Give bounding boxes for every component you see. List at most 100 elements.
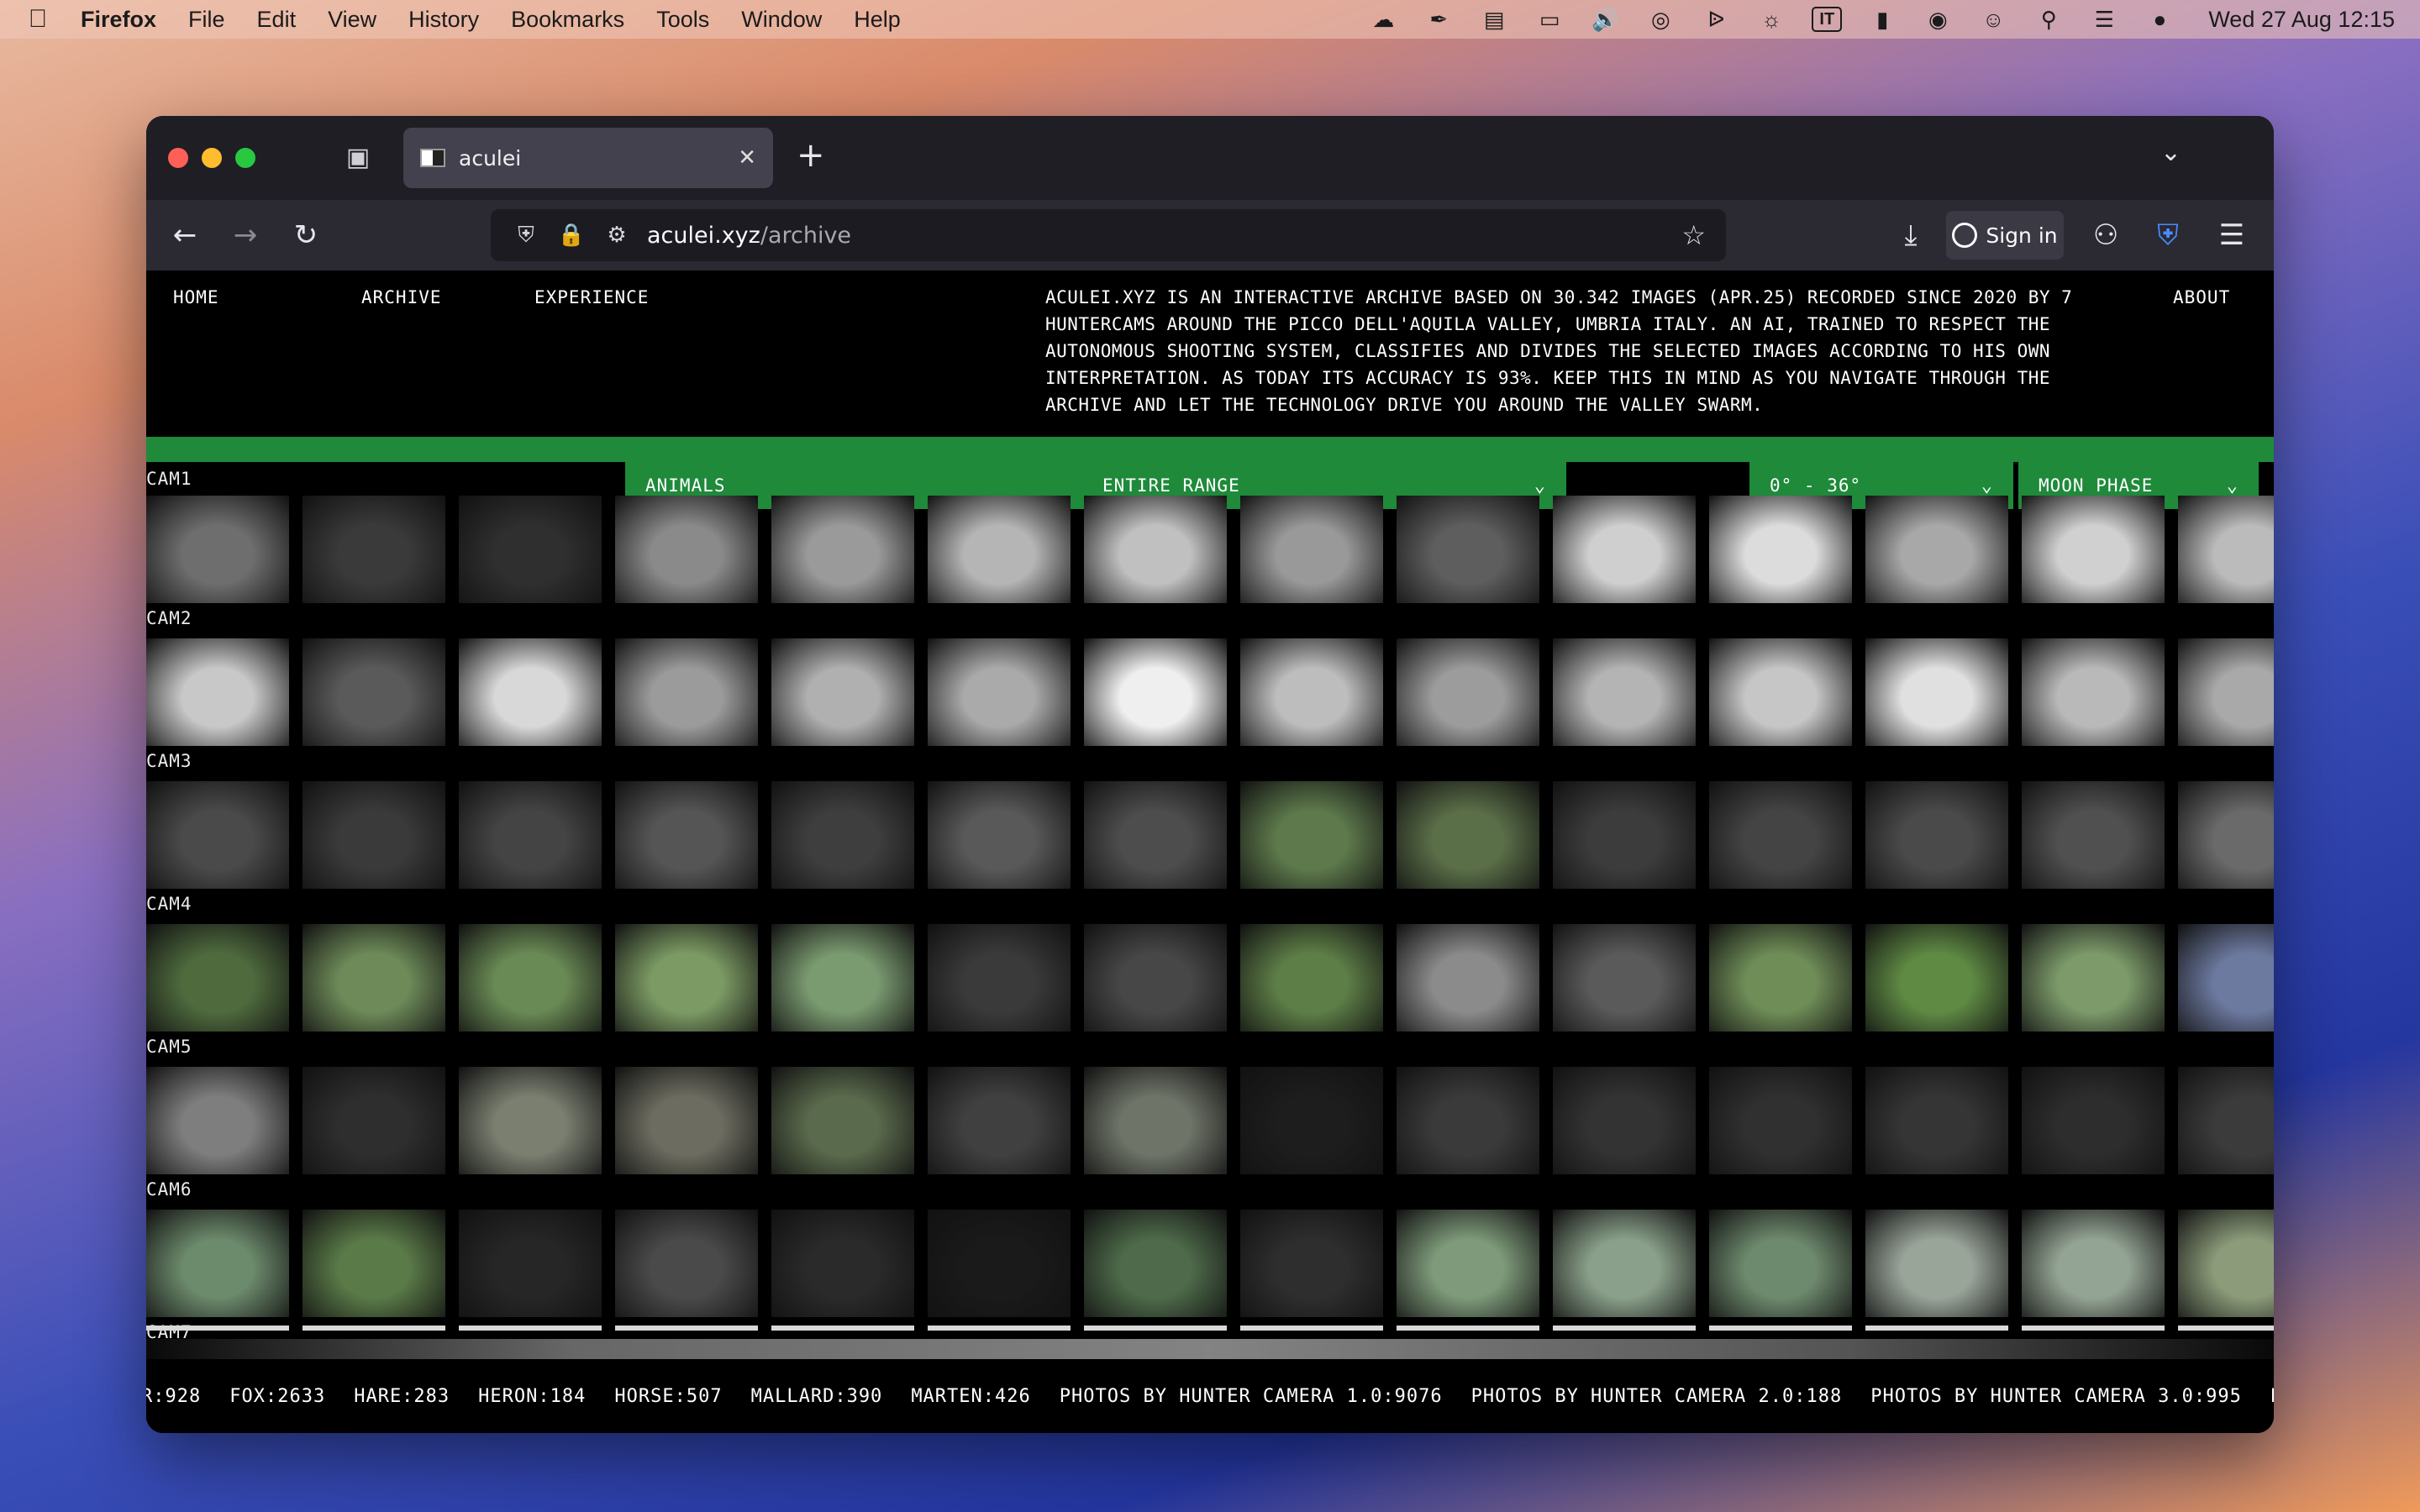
camera-thumbnail[interactable]: [302, 638, 445, 746]
downloads-icon[interactable]: ⤓: [1892, 217, 1929, 254]
camera-thumbnail[interactable]: [1553, 496, 1696, 603]
camera-thumbnail[interactable]: [928, 1326, 1071, 1331]
camera-thumbnail[interactable]: [1240, 1210, 1383, 1317]
camera-thumbnail[interactable]: [1709, 638, 1852, 746]
camera-thumbnail[interactable]: [771, 1210, 914, 1317]
camera-thumbnail[interactable]: [1240, 496, 1383, 603]
bluetooth-icon[interactable]: ᐉ: [1701, 7, 1731, 32]
forward-arrow-icon[interactable]: →: [227, 217, 264, 254]
camera-thumbnail[interactable]: [1397, 924, 1539, 1032]
camera-thumbnail[interactable]: [1709, 924, 1852, 1032]
camera-thumbnail[interactable]: [1709, 781, 1852, 889]
camera-thumbnail[interactable]: [1553, 781, 1696, 889]
camera-thumbnail[interactable]: [146, 1210, 289, 1317]
camera-thumbnail[interactable]: [146, 781, 289, 889]
camera-thumbnail[interactable]: [459, 781, 602, 889]
lock-icon[interactable]: 🔒: [556, 223, 587, 248]
camera-thumbnail[interactable]: [615, 924, 758, 1032]
camera-thumbnail[interactable]: [459, 924, 602, 1032]
bookmark-star-icon[interactable]: ☆: [1681, 219, 1706, 251]
camera-thumbnail[interactable]: [1397, 638, 1539, 746]
camera-thumbnail[interactable]: [2022, 496, 2165, 603]
address-bar[interactable]: ⛨ 🔒 ⚙ aculei.xyz/archive ☆: [491, 209, 1726, 261]
menu-history[interactable]: History: [408, 7, 479, 33]
camera-thumbnail[interactable]: [1397, 496, 1539, 603]
hamburger-menu-icon[interactable]: ☰: [2213, 217, 2250, 254]
camera-thumbnail[interactable]: [1240, 781, 1383, 889]
pen-tool-icon[interactable]: ✒: [1423, 7, 1454, 32]
camera-thumbnail[interactable]: [615, 638, 758, 746]
camera-thumbnail[interactable]: [1709, 1210, 1852, 1317]
menu-window[interactable]: Window: [741, 7, 822, 33]
battery-icon[interactable]: ▮: [1867, 7, 1897, 32]
camera-thumbnail[interactable]: [2022, 1210, 2165, 1317]
camera-thumbnail[interactable]: [1709, 1326, 1852, 1331]
camera-thumbnail[interactable]: [771, 1326, 914, 1331]
camera-thumbnail[interactable]: [2178, 1326, 2274, 1331]
camera-thumbnail[interactable]: [1084, 1326, 1227, 1331]
display-icon[interactable]: ▭: [1534, 7, 1565, 32]
menu-edit[interactable]: Edit: [257, 7, 297, 33]
creative-cloud-icon[interactable]: ☁: [1368, 7, 1398, 32]
nav-archive-link[interactable]: ARCHIVE: [361, 287, 442, 307]
tab-overview-icon[interactable]: ▣: [341, 141, 375, 175]
volume-icon[interactable]: 🔊: [1590, 7, 1620, 32]
control-center-icon[interactable]: ☰: [2089, 7, 2119, 32]
camera-thumbnail[interactable]: [2178, 1210, 2274, 1317]
weather-icon[interactable]: ☼: [1756, 7, 1786, 32]
camera-thumbnail[interactable]: [459, 1210, 602, 1317]
camera-thumbnail[interactable]: [302, 1326, 445, 1331]
camera-thumbnail[interactable]: [771, 1067, 914, 1174]
camera-thumbnail[interactable]: [2178, 781, 2274, 889]
menu-help[interactable]: Help: [854, 7, 901, 33]
camera-thumbnail[interactable]: [771, 781, 914, 889]
camera-thumbnail[interactable]: [928, 1210, 1071, 1317]
site-settings-icon[interactable]: ⚙: [602, 223, 632, 248]
wifi-icon[interactable]: ◉: [1923, 7, 1953, 32]
camera-thumbnail[interactable]: [1240, 638, 1383, 746]
camera-thumbnail[interactable]: [1397, 1210, 1539, 1317]
camera-thumbnail[interactable]: [302, 1067, 445, 1174]
menu-app-name[interactable]: Firefox: [81, 7, 156, 33]
camera-thumbnail[interactable]: [146, 496, 289, 603]
camera-thumbnail[interactable]: [459, 1326, 602, 1331]
camera-thumbnail[interactable]: [771, 638, 914, 746]
camera-thumbnail[interactable]: [1865, 924, 2008, 1032]
camera-thumbnail[interactable]: [928, 924, 1071, 1032]
camera-thumbnail[interactable]: [1397, 781, 1539, 889]
new-tab-icon[interactable]: +: [797, 136, 825, 175]
camera-thumbnail[interactable]: [302, 1210, 445, 1317]
camera-thumbnail[interactable]: [1084, 1210, 1227, 1317]
camera-thumbnail[interactable]: [1553, 638, 1696, 746]
camera-thumbnail[interactable]: [1397, 1067, 1539, 1174]
camera-thumbnail[interactable]: [615, 1067, 758, 1174]
camera-thumbnail[interactable]: [1084, 496, 1227, 603]
back-arrow-icon[interactable]: ←: [166, 217, 203, 254]
camera-thumbnail[interactable]: [2022, 924, 2165, 1032]
camera-thumbnail[interactable]: [615, 1210, 758, 1317]
list-all-tabs-icon[interactable]: ⌄: [2160, 138, 2181, 167]
extensions-icon[interactable]: ⚇: [2087, 217, 2124, 254]
camera-thumbnail[interactable]: [1084, 638, 1227, 746]
camera-thumbnail[interactable]: [2022, 638, 2165, 746]
camera-thumbnail[interactable]: [1553, 1210, 1696, 1317]
camera-thumbnail[interactable]: [2022, 1067, 2165, 1174]
user-icon[interactable]: ☺: [1978, 7, 2008, 32]
camera-thumbnail[interactable]: [1084, 781, 1227, 889]
bitwarden-icon[interactable]: ⛨: [2149, 217, 2186, 254]
zoom-window-button[interactable]: [235, 148, 255, 168]
camera-thumbnail[interactable]: [1397, 1326, 1539, 1331]
camera-thumbnail[interactable]: [771, 496, 914, 603]
camera-thumbnail[interactable]: [615, 781, 758, 889]
minimize-window-button[interactable]: [202, 148, 222, 168]
sign-in-button[interactable]: Sign in: [1946, 211, 2064, 260]
camera-thumbnail[interactable]: [615, 1326, 758, 1331]
camera-thumbnail[interactable]: [459, 1067, 602, 1174]
search-icon[interactable]: ⚲: [2033, 7, 2064, 32]
menu-file[interactable]: File: [188, 7, 225, 33]
camera-thumbnail[interactable]: [2178, 496, 2274, 603]
camera-thumbnail[interactable]: [1709, 496, 1852, 603]
camera-thumbnail[interactable]: [2178, 638, 2274, 746]
camera-thumbnail[interactable]: [1865, 1067, 2008, 1174]
camera-thumbnail[interactable]: [302, 924, 445, 1032]
